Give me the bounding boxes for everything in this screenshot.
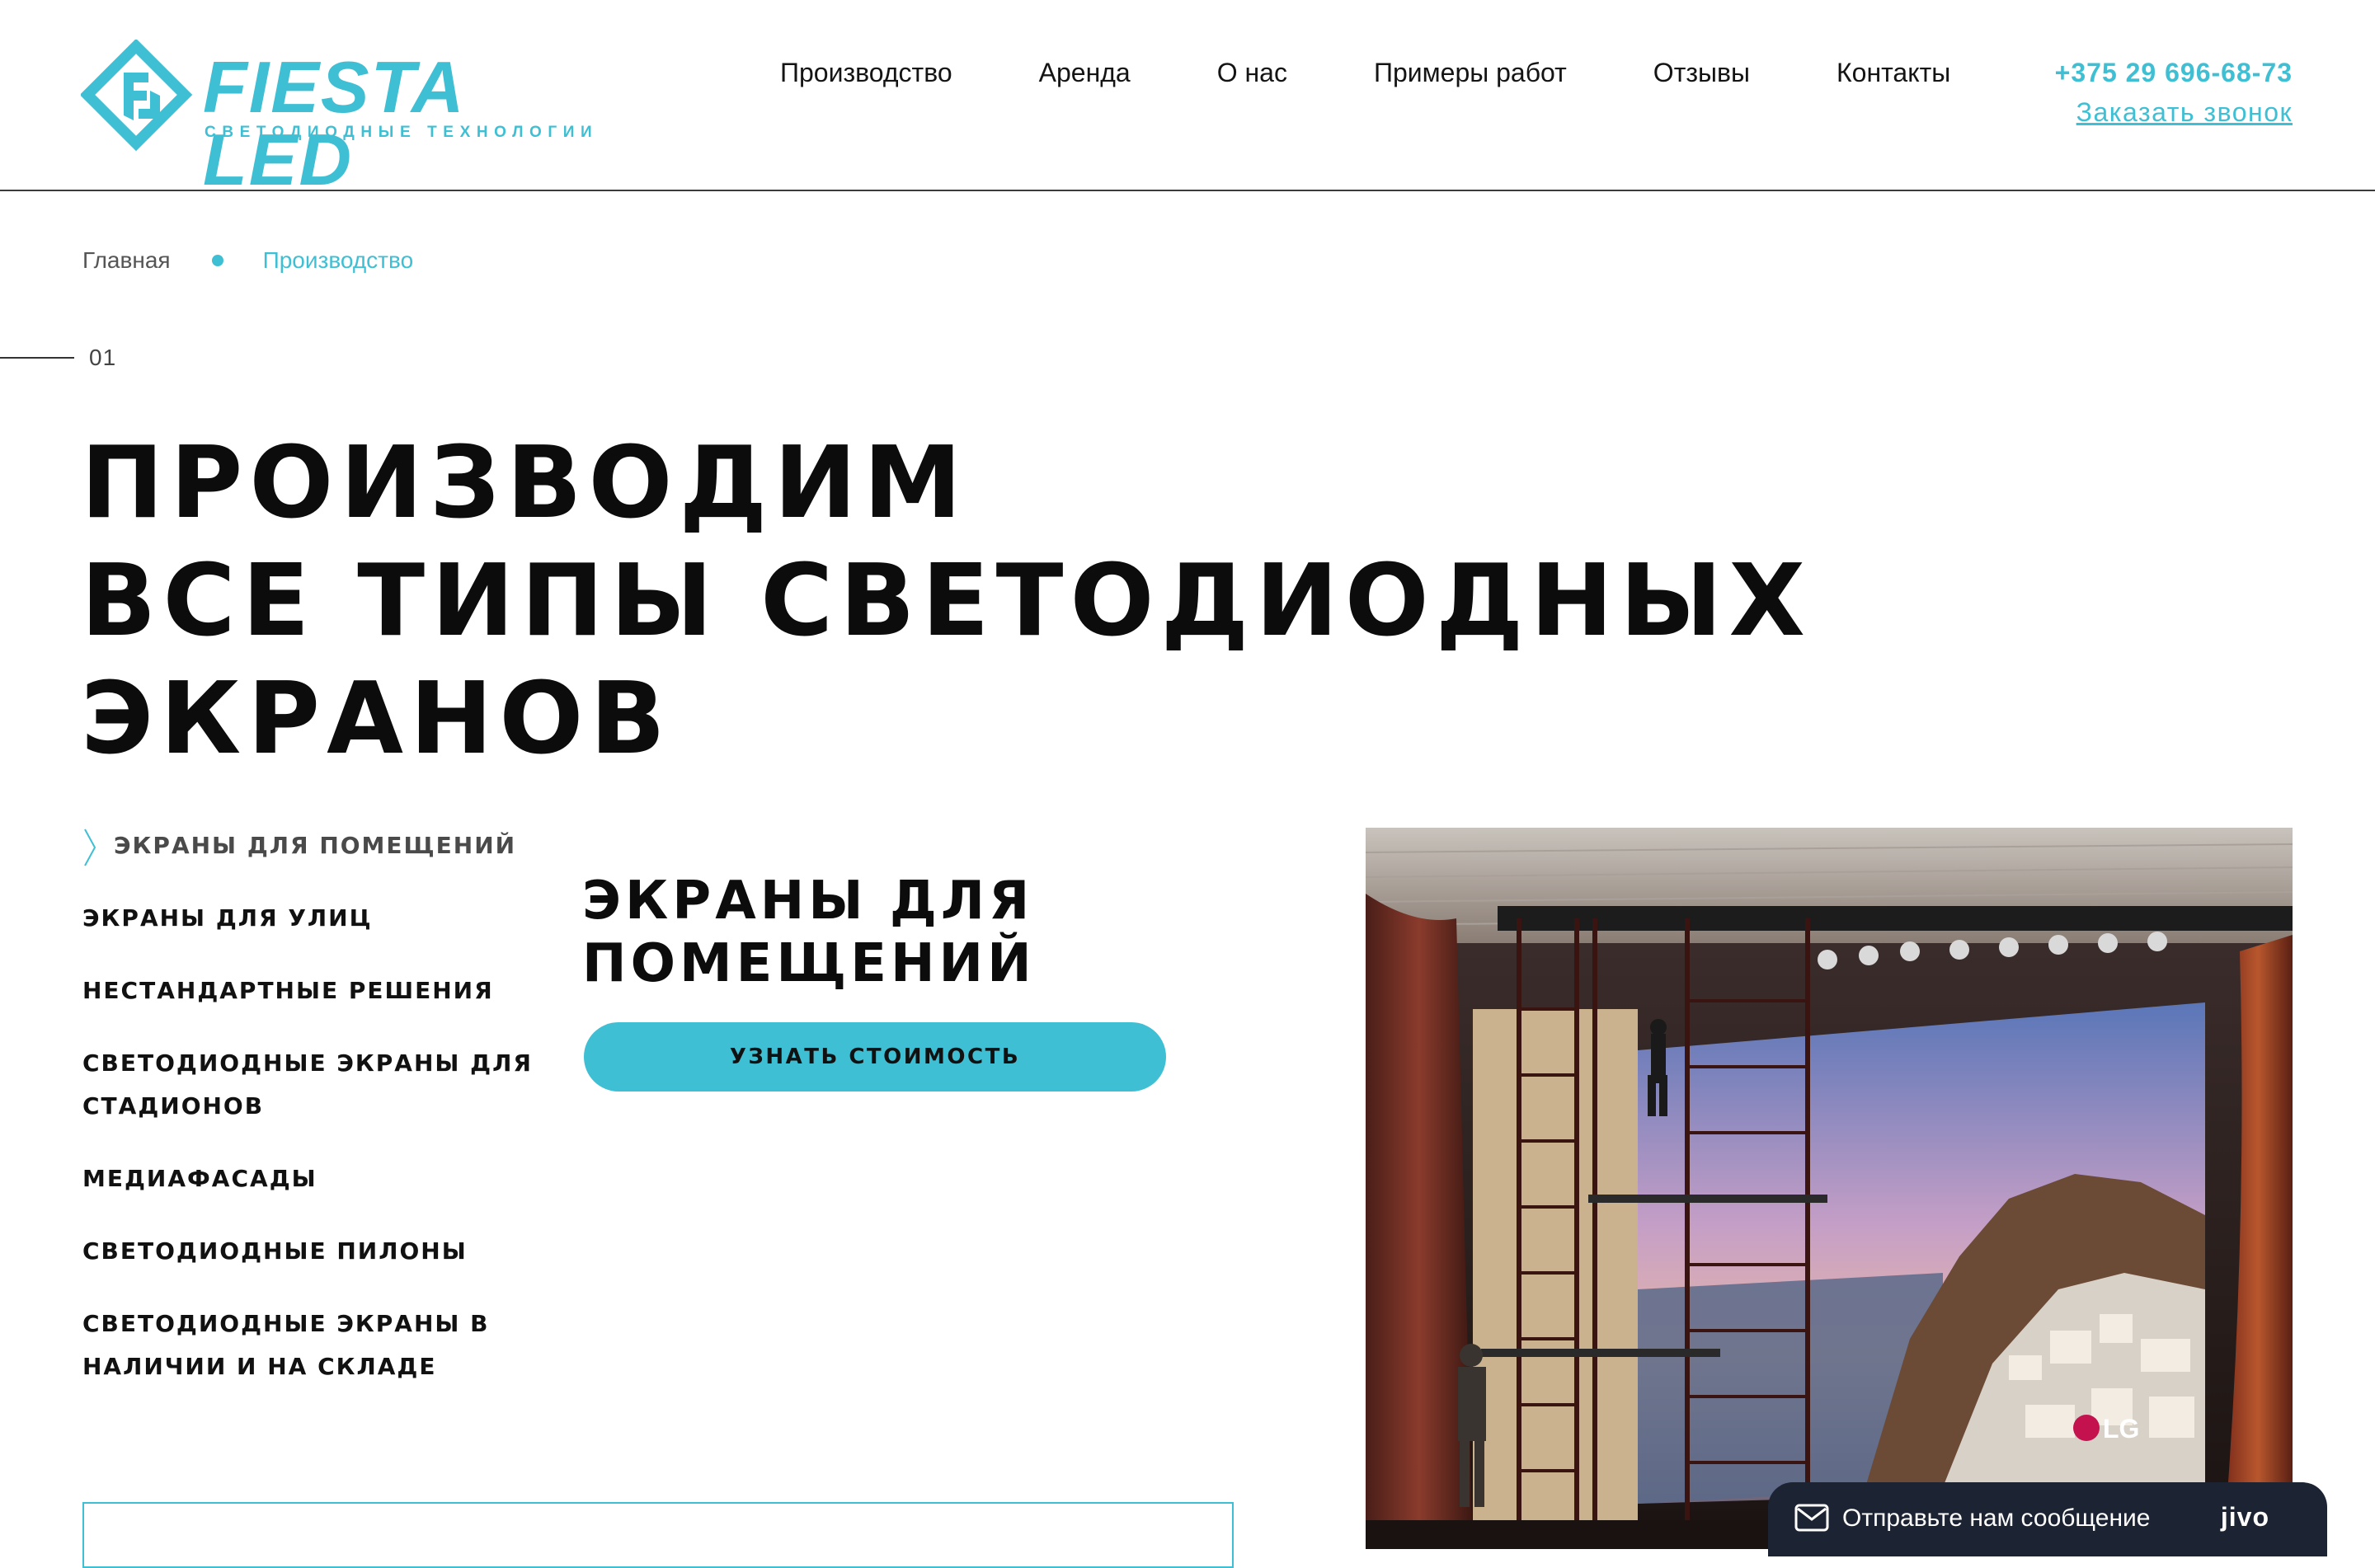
screen-brand-logo: LG (2103, 1414, 2139, 1444)
breadcrumb-separator (211, 255, 223, 266)
category-item-pylons[interactable]: СВЕТОДИОДНЫЕ ПИЛОНЫ (82, 1230, 561, 1273)
page-title-line: ПРОИЗВОДИМ (81, 426, 969, 541)
callback-link[interactable]: Заказать звонок (2055, 92, 2293, 132)
chevron-right-icon (84, 829, 96, 866)
logo-mark-icon (81, 40, 192, 151)
phone-link[interactable]: +375 29 696-68-73 (2055, 53, 2293, 92)
section-number: 01 (89, 345, 117, 370)
mail-icon (1794, 1504, 1829, 1532)
section-marker: 01 (0, 345, 116, 371)
site-header: FIESTA LED СВЕТОДИОДНЫЕ ТЕХНОЛОГИИ Произ… (0, 0, 2375, 196)
page-title-line: ВСЕ ТИПЫ СВЕТОДИОДНЫХ (81, 544, 1812, 659)
page-title: ПРОИЗВОДИМ ВСЕ ТИПЫ СВЕТОДИОДНЫХ ЭКРАНОВ (81, 425, 1812, 778)
category-item-indoor[interactable]: ЭКРАНЫ ДЛЯ ПОМЕЩЕНИЙ (82, 824, 561, 867)
header-contact: +375 29 696-68-73 Заказать звонок (2055, 53, 2293, 132)
category-item-label: НЕСТАНДАРТНЫЕ РЕШЕНИЯ (82, 977, 494, 1004)
category-item-label: СВЕТОДИОДНЫЕ ЭКРАНЫ ДЛЯ СТАДИОНОВ (82, 1049, 533, 1120)
breadcrumb: Главная Производство (82, 247, 413, 274)
breadcrumb-home[interactable]: Главная (82, 247, 171, 274)
chat-brand-logo: jivo (2220, 1502, 2269, 1532)
nav-item-reviews[interactable]: Отзывы (1653, 54, 1750, 91)
category-item-label: СВЕТОДИОДНЫЕ ПИЛОНЫ (82, 1237, 468, 1265)
category-item-mediafacade[interactable]: МЕДИАФАСАДЫ (82, 1157, 561, 1200)
get-price-button[interactable]: УЗНАТЬ СТОИМОСТЬ (584, 1022, 1166, 1091)
nav-item-about[interactable]: О нас (1217, 54, 1287, 91)
category-item-custom[interactable]: НЕСТАНДАРТНЫЕ РЕШЕНИЯ (82, 969, 561, 1012)
category-item-label: ЭКРАНЫ ДЛЯ УЛИЦ (82, 904, 373, 932)
category-title: ЭКРАНЫ ДЛЯ ПОМЕЩЕНИЙ (582, 871, 1036, 995)
nav-item-production[interactable]: Производство (780, 54, 952, 91)
breadcrumb-current: Производство (262, 247, 414, 273)
category-item-label: СВЕТОДИОДНЫЕ ЭКРАНЫ В НАЛИЧИИ И НА СКЛАД… (82, 1310, 490, 1380)
chat-widget[interactable]: Отправьте нам сообщение jivo (1768, 1482, 2327, 1556)
category-item-label: ЭКРАНЫ ДЛЯ ПОМЕЩЕНИЙ (114, 832, 517, 859)
logo-tagline: СВЕТОДИОДНЫЕ ТЕХНОЛОГИИ (205, 124, 599, 141)
section-divider (0, 357, 74, 359)
category-item-stadium[interactable]: СВЕТОДИОДНЫЕ ЭКРАНЫ ДЛЯ СТАДИОНОВ (82, 1042, 561, 1128)
nav-item-contacts[interactable]: Контакты (1837, 54, 1950, 91)
main-nav: Производство Аренда О нас Примеры работ … (780, 54, 1950, 91)
chat-message-label: Отправьте нам сообщение (1842, 1505, 2151, 1532)
installation-photo-illustration: LG (1366, 828, 2293, 1549)
category-menu: ЭКРАНЫ ДЛЯ ПОМЕЩЕНИЙ ЭКРАНЫ ДЛЯ УЛИЦ НЕС… (82, 824, 561, 1418)
logo[interactable]: FIESTA LED СВЕТОДИОДНЫЕ ТЕХНОЛОГИИ (81, 40, 592, 196)
category-item-label: МЕДИАФАСАДЫ (82, 1165, 317, 1192)
form-box (82, 1502, 1234, 1568)
nav-item-portfolio[interactable]: Примеры работ (1374, 54, 1567, 91)
nav-item-rent[interactable]: Аренда (1039, 54, 1131, 91)
installation-photo: LG (1366, 828, 2293, 1549)
category-item-in-stock[interactable]: СВЕТОДИОДНЫЕ ЭКРАНЫ В НАЛИЧИИ И НА СКЛАД… (82, 1303, 561, 1388)
category-item-outdoor[interactable]: ЭКРАНЫ ДЛЯ УЛИЦ (82, 897, 561, 940)
page-title-line: ЭКРАНОВ (81, 662, 672, 777)
